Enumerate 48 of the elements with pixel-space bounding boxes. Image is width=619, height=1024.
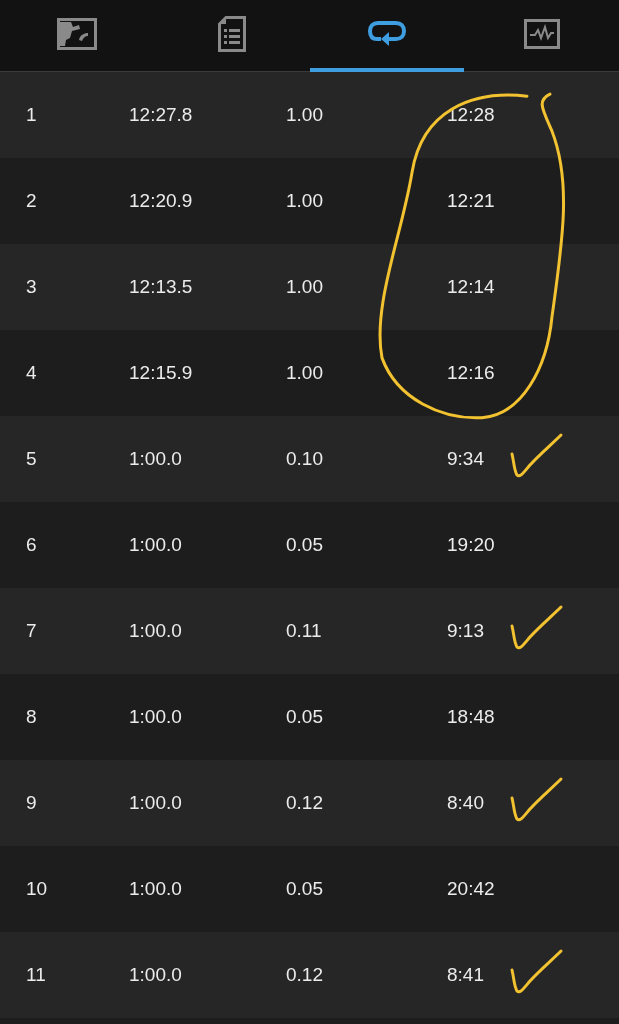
table-cell: 1.00	[286, 190, 323, 212]
table-cell: 1:00.0	[129, 534, 182, 556]
activity-chart-icon	[523, 18, 560, 49]
table-cell: 8:40	[447, 792, 484, 814]
table-cell: 0.05	[286, 878, 323, 900]
table-cell: 11	[26, 964, 46, 986]
document-icon	[218, 15, 247, 52]
table-cell: 12:20.9	[129, 190, 193, 212]
table-cell: 0.05	[286, 534, 323, 556]
table-cell: 1.00	[286, 362, 323, 384]
table-cell: 1:00.0	[129, 706, 182, 728]
table-cell: 20:42	[447, 878, 495, 900]
table-cell: 3	[26, 276, 37, 298]
table-cell: 1	[26, 104, 37, 126]
table-cell: 1.00	[286, 276, 323, 298]
table-cell: 6	[26, 534, 37, 556]
table-cell: 9:34	[447, 448, 484, 470]
table-cell: 1:00.0	[129, 792, 182, 814]
table-cell: 12:14	[447, 276, 495, 298]
table-cell: 7	[26, 620, 37, 642]
table-cell: 0.11	[286, 620, 322, 642]
table-cell: 12:13.5	[129, 276, 193, 298]
table-cell: 12:15.9	[129, 362, 193, 384]
table-cell: 8:41	[447, 964, 484, 986]
table-cell: 1:00.0	[129, 448, 182, 470]
table-cell: 10	[26, 878, 48, 900]
table-cell: 1:00.0	[129, 878, 182, 900]
table-cell: 19:20	[447, 534, 495, 556]
table-cell: 0.05	[286, 706, 323, 728]
table-cell: 1:00.0	[129, 620, 182, 642]
table-cell: 12:21	[447, 190, 495, 212]
table-cell: 1.00	[286, 104, 323, 126]
table-cell: 18:48	[447, 706, 495, 728]
table-cell: 0.12	[286, 792, 323, 814]
table-cell: 1:00.0	[129, 964, 182, 986]
repeat-icon	[366, 19, 407, 49]
table-cell: 0.10	[286, 448, 323, 470]
table-cell: 4	[26, 362, 37, 384]
table-cell: 2	[26, 190, 37, 212]
table-cell: 0.12	[286, 964, 323, 986]
table-cell: 12:28	[447, 104, 495, 126]
table-cell: 12:16	[447, 362, 495, 384]
table-cell: 8	[26, 706, 37, 728]
table-cell: 9:13	[447, 620, 484, 642]
table-cell: 9	[26, 792, 37, 814]
table-cell: 5	[26, 448, 37, 470]
table-cell: 12:27.8	[129, 104, 193, 126]
map-icon	[57, 17, 98, 50]
